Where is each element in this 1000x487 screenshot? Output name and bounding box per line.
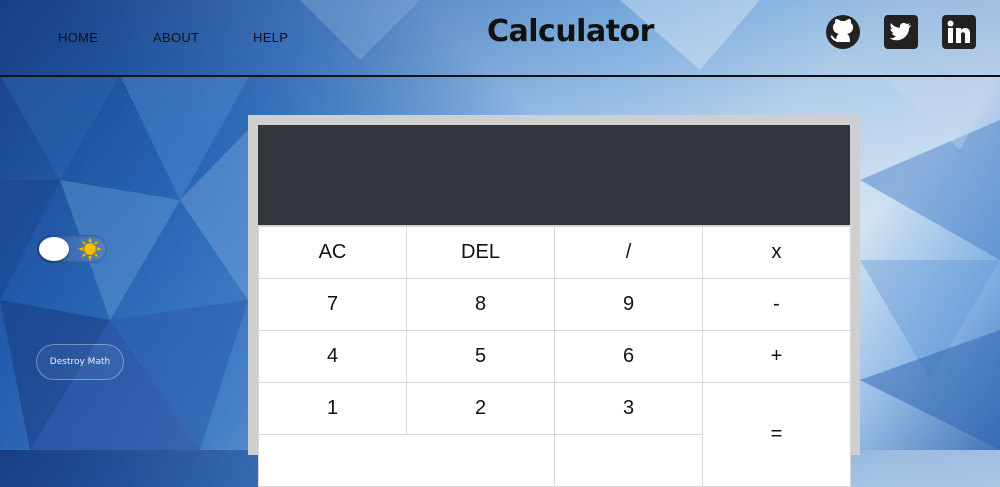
sun-icon bbox=[77, 236, 103, 262]
key-0[interactable] bbox=[258, 434, 555, 487]
theme-toggle[interactable] bbox=[37, 235, 107, 263]
key-6[interactable]: 6 bbox=[554, 330, 703, 383]
calculator: AC DEL / x 7 8 9 - 4 5 6 + 1 2 3 = bbox=[248, 115, 860, 487]
key-2[interactable]: 2 bbox=[406, 382, 555, 435]
github-icon[interactable] bbox=[825, 14, 861, 50]
destroy-math-button[interactable]: Destroy Math bbox=[36, 344, 124, 380]
key-divide[interactable]: / bbox=[554, 226, 703, 279]
nav-home-link[interactable]: HOME bbox=[58, 30, 98, 45]
key-decimal[interactable] bbox=[554, 434, 703, 487]
key-ac[interactable]: AC bbox=[258, 226, 407, 279]
keypad: AC DEL / x 7 8 9 - 4 5 6 + 1 2 3 = bbox=[258, 226, 852, 487]
key-3[interactable]: 3 bbox=[554, 382, 703, 435]
header: HOME ABOUT HELP Calculator bbox=[0, 0, 1000, 77]
key-equals[interactable]: = bbox=[702, 382, 851, 487]
key-multiply[interactable]: x bbox=[702, 226, 851, 279]
key-del[interactable]: DEL bbox=[406, 226, 555, 279]
linkedin-icon[interactable] bbox=[942, 15, 976, 49]
calculator-display bbox=[258, 125, 850, 225]
key-minus[interactable]: - bbox=[702, 278, 851, 331]
key-5[interactable]: 5 bbox=[406, 330, 555, 383]
key-1[interactable]: 1 bbox=[258, 382, 407, 435]
key-8[interactable]: 8 bbox=[406, 278, 555, 331]
key-4[interactable]: 4 bbox=[258, 330, 407, 383]
page-title: Calculator bbox=[487, 14, 654, 49]
toggle-knob bbox=[39, 237, 69, 261]
key-plus[interactable]: + bbox=[702, 330, 851, 383]
nav-help-link[interactable]: HELP bbox=[253, 30, 288, 45]
key-7[interactable]: 7 bbox=[258, 278, 407, 331]
twitter-icon[interactable] bbox=[884, 15, 918, 49]
nav-about-link[interactable]: ABOUT bbox=[153, 30, 199, 45]
key-9[interactable]: 9 bbox=[554, 278, 703, 331]
